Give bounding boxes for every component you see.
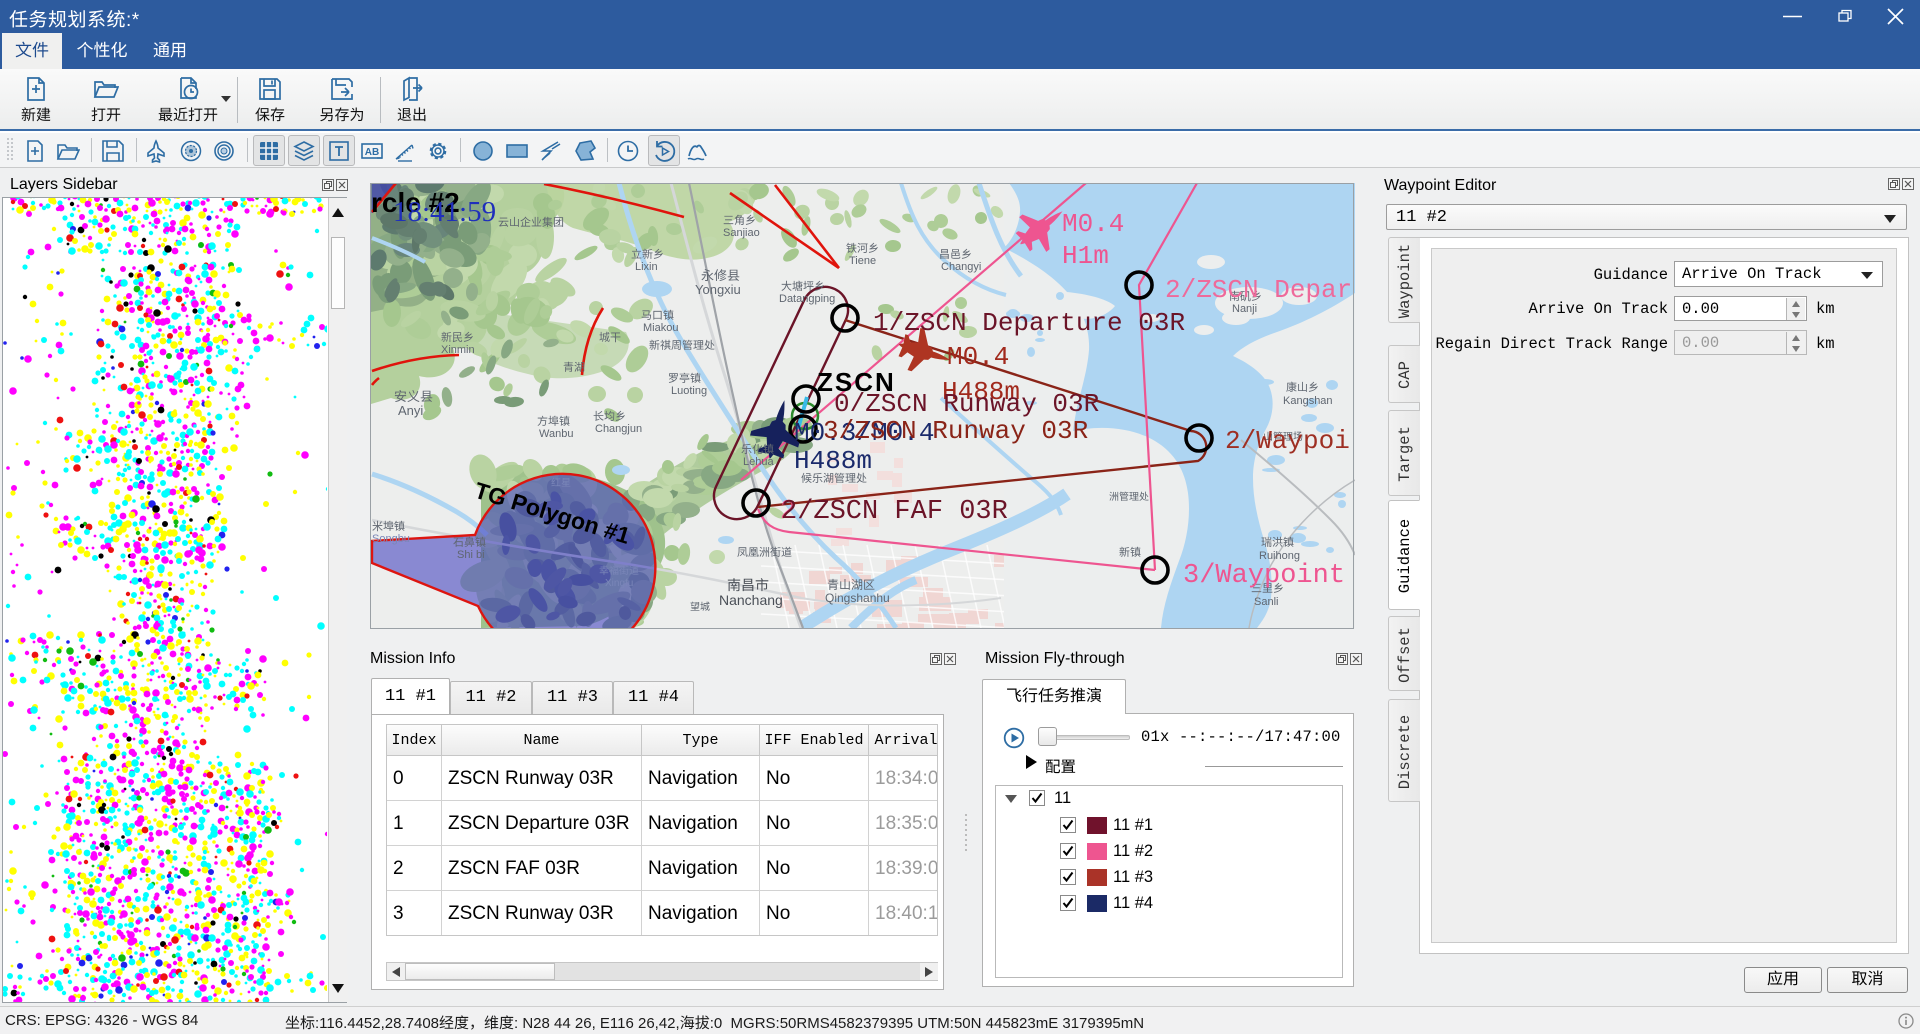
svg-text:AB: AB bbox=[365, 147, 379, 158]
